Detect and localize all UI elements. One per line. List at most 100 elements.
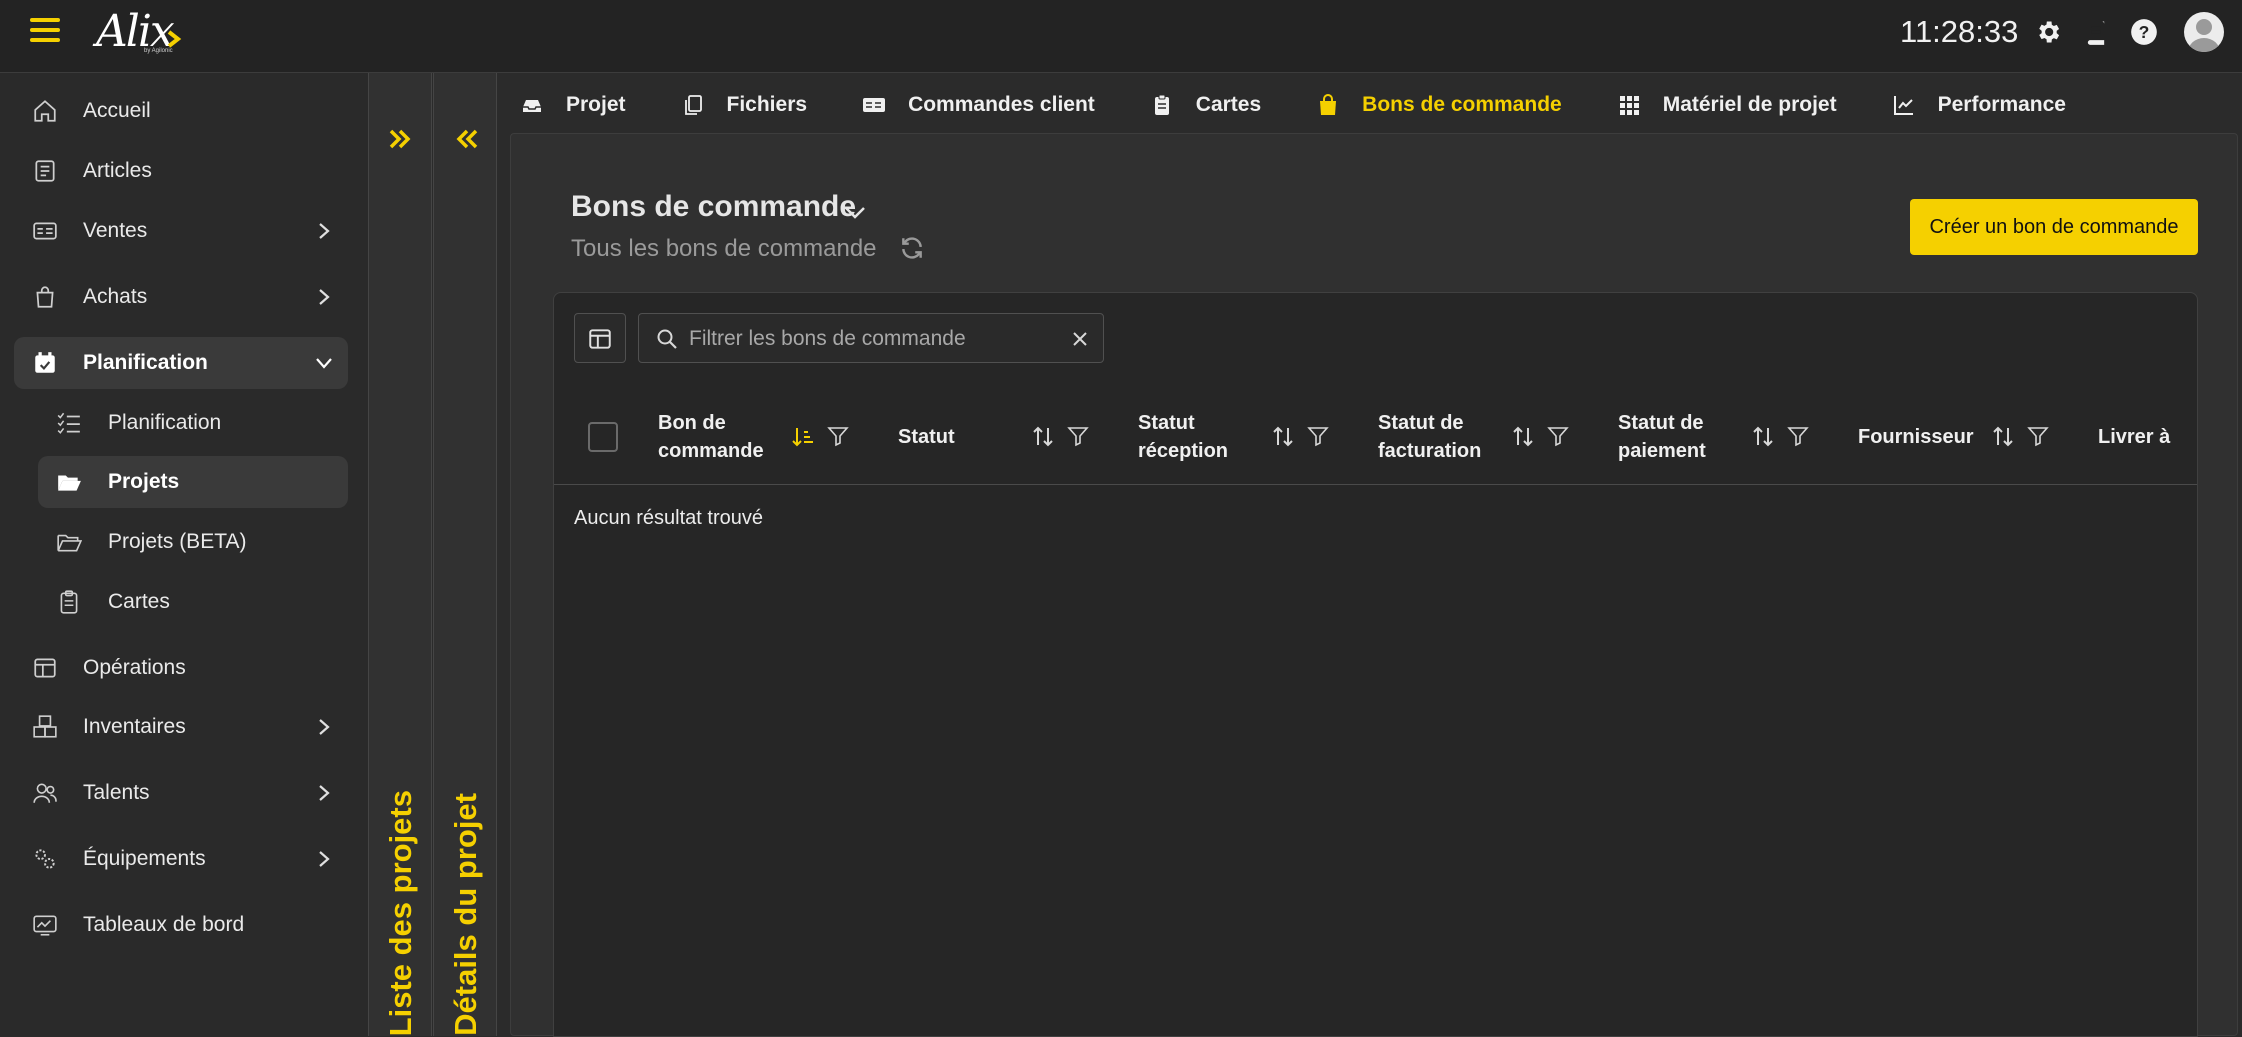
tab-label: Matériel de projet (1662, 93, 1837, 116)
filter-icon[interactable] (1306, 424, 1330, 448)
home-icon (34, 100, 56, 122)
select-all-checkbox[interactable] (588, 422, 618, 452)
chevron-right-icon (319, 851, 330, 867)
main-content: Bons de commande Tous les bons de comman… (510, 133, 2238, 1037)
shopping-bag-icon (1320, 94, 1337, 115)
sidebar-item-label: Inventaires (83, 715, 186, 738)
column-label: Fournisseur (1858, 426, 1974, 448)
sort-icon[interactable] (1270, 424, 1296, 450)
chevron-down-icon[interactable] (842, 200, 868, 226)
tab-bons-de-commande[interactable]: Bons de commande (1294, 73, 1562, 137)
filter-icon[interactable] (826, 424, 850, 448)
filter-icon[interactable] (1546, 424, 1570, 448)
sidebar-subitem-projets[interactable]: Projets (38, 456, 348, 508)
folder-outline-icon (57, 534, 82, 552)
chevron-right-icon (319, 223, 330, 239)
project-details-label[interactable]: Détails du projet (448, 793, 484, 1036)
tab-projet[interactable]: Projet (500, 73, 626, 137)
column-label: Statut réception (1138, 412, 1229, 462)
clipboard-icon (60, 590, 78, 614)
column-header-statut[interactable]: Statut (898, 389, 1138, 485)
chart-line-icon (1893, 96, 1913, 115)
chevron-right-icon (319, 289, 330, 305)
inbox-icon (523, 100, 541, 112)
invoice-icon (33, 222, 57, 240)
tab-label: Commandes client (908, 93, 1095, 116)
sidebar-subitem-cartes[interactable]: Cartes (38, 576, 348, 628)
table-header: Bon de commande Statut Statut réception … (554, 389, 2197, 485)
sidebar-item-talents[interactable]: Talents (14, 767, 348, 819)
column-header-livrer-a[interactable]: Livrer à (2098, 389, 2197, 485)
empty-message: Aucun résultat trouvé (574, 507, 763, 529)
sidebar-item-accueil[interactable]: Accueil (14, 85, 348, 137)
purchase-orders-table: Bon de commande Statut Statut réception … (553, 292, 2198, 1037)
sort-icon[interactable] (1030, 424, 1056, 450)
sidebar: Accueil Articles Ventes Achats Planifica… (0, 73, 368, 1036)
tab-performance[interactable]: Performance (1870, 73, 2066, 137)
column-label: Livrer à (2098, 426, 2171, 448)
page-subtitle: Tous les bons de commande (571, 235, 877, 262)
projects-list-label[interactable]: Liste des projets (383, 790, 419, 1036)
sidebar-item-equipements[interactable]: Équipements (14, 833, 348, 885)
sidebar-item-articles[interactable]: Articles (14, 145, 348, 197)
refresh-icon[interactable] (899, 235, 925, 261)
hamburger-menu-icon[interactable] (30, 18, 60, 48)
sidebar-item-inventaires[interactable]: Inventaires (14, 701, 348, 753)
column-label: Statut de paiement (1618, 412, 1706, 462)
filter-icon[interactable] (1066, 424, 1090, 448)
users-icon (33, 783, 57, 803)
sidebar-item-ventes[interactable]: Ventes (14, 205, 348, 257)
column-header-statut-facturation[interactable]: Statut de facturation (1378, 389, 1618, 485)
copy-icon (684, 95, 702, 115)
sidebar-subitem-projets-beta[interactable]: Projets (BETA) (38, 516, 348, 568)
column-toggle-button[interactable] (574, 313, 626, 363)
sidebar-item-label: Ventes (83, 219, 148, 242)
project-details-panel: Détails du projet (433, 73, 497, 1036)
logo-arrow-icon (167, 30, 182, 48)
sort-asc-icon[interactable] (790, 424, 816, 450)
sidebar-subitem-planification[interactable]: Planification (38, 397, 348, 449)
column-header-bon-de-commande[interactable]: Bon de commande (658, 389, 898, 485)
table-icon (34, 658, 56, 678)
sidebar-item-label: Projets (108, 470, 180, 493)
folder-open-icon (58, 475, 81, 491)
expand-panel-icon[interactable] (385, 123, 417, 155)
gear-icon[interactable] (2034, 18, 2062, 46)
tab-commandes-client[interactable]: Commandes client (840, 73, 1095, 137)
close-icon[interactable] (1069, 328, 1091, 350)
sidebar-item-label: Achats (83, 285, 148, 308)
sidebar-item-operations[interactable]: Opérations (14, 642, 348, 694)
filter-icon[interactable] (1786, 424, 1810, 448)
filter-icon[interactable] (2026, 424, 2050, 448)
shopping-bag-icon (36, 286, 54, 308)
sidebar-item-label: Accueil (83, 99, 151, 122)
sidebar-item-planification[interactable]: Planification (14, 337, 348, 389)
sort-icon[interactable] (1510, 424, 1536, 450)
tab-label: Bons de commande (1362, 93, 1562, 116)
column-header-statut-paiement[interactable]: Statut de paiement (1618, 389, 1858, 485)
create-purchase-order-button[interactable]: Créer un bon de commande (1910, 199, 2198, 255)
list-check-icon (57, 412, 80, 434)
book-icon[interactable] (2082, 18, 2110, 46)
sidebar-item-achats[interactable]: Achats (14, 271, 348, 323)
tab-fichiers[interactable]: Fichiers (659, 73, 807, 137)
sidebar-item-tableaux-de-bord[interactable]: Tableaux de bord (14, 899, 348, 951)
sort-icon[interactable] (1990, 424, 2016, 450)
column-header-fournisseur[interactable]: Fournisseur (1858, 389, 2098, 485)
app-logo[interactable]: Alix by Agilonic (96, 4, 182, 60)
help-icon[interactable]: ? (2130, 18, 2158, 46)
user-avatar[interactable] (2184, 12, 2224, 52)
calendar-check-icon (35, 352, 55, 373)
svg-text:?: ? (2139, 22, 2150, 42)
page-title[interactable]: Bons de commande (571, 190, 856, 224)
sort-icon[interactable] (1750, 424, 1776, 450)
tab-label: Cartes (1195, 93, 1262, 116)
tab-cartes[interactable]: Cartes (1128, 73, 1261, 137)
collapse-panel-icon[interactable] (450, 123, 482, 155)
column-header-statut-reception[interactable]: Statut réception (1138, 389, 1378, 485)
dashboard-icon (33, 915, 57, 936)
chevron-right-icon (319, 719, 330, 735)
chevron-down-icon (316, 358, 332, 369)
search-input[interactable] (689, 322, 1049, 356)
tab-materiel-de-projet[interactable]: Matériel de projet (1595, 73, 1837, 137)
